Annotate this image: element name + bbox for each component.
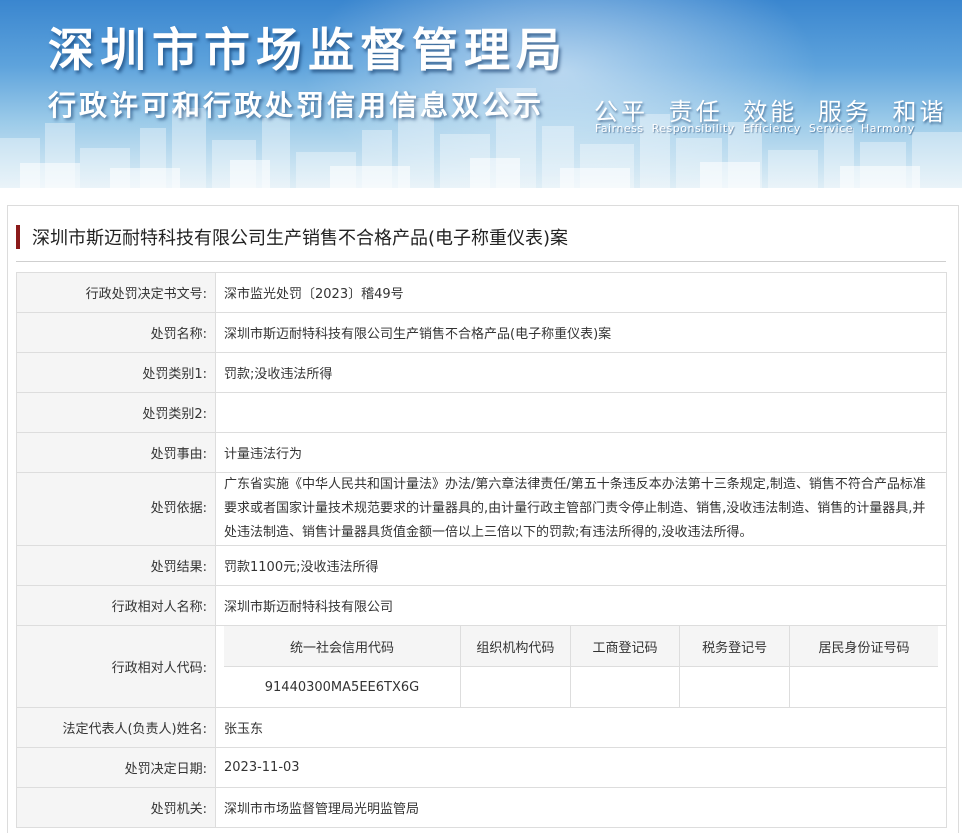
row-value: 深市监光处罚〔2023〕稽49号 — [215, 272, 947, 313]
banner-subtitle: 行政许可和行政处罚信用信息双公示 — [48, 89, 545, 122]
row-label: 处罚名称: — [16, 312, 216, 353]
row-value: 深圳市斯迈耐特科技有限公司生产销售不合格产品(电子称重仪表)案 — [215, 312, 947, 353]
case-info-table: 行政处罚决定书文号: 深市监光处罚〔2023〕稽49号 处罚名称: 深圳市斯迈耐… — [16, 272, 947, 828]
table-row: 行政相对人名称: 深圳市斯迈耐特科技有限公司 — [16, 585, 947, 626]
row-label: 处罚类别2: — [16, 392, 216, 433]
row-label: 处罚事由: — [16, 432, 216, 473]
table-row: 处罚类别2: — [16, 392, 947, 433]
row-value: 罚款;没收违法所得 — [215, 352, 947, 393]
banner-title: 深圳市市场监督管理局 — [48, 23, 568, 77]
codes-header: 税务登记号 — [679, 626, 790, 667]
row-label: 法定代表人(负责人)姓名: — [16, 707, 216, 748]
case-detail-panel: 深圳市斯迈耐特科技有限公司生产销售不合格产品(电子称重仪表)案 行政处罚决定书文… — [7, 205, 959, 833]
row-label: 处罚类别1: — [16, 352, 216, 393]
codes-value-row: 91440300MA5EE6TX6G — [224, 666, 938, 707]
table-row: 行政相对人代码: 统一社会信用代码 组织机构代码 工商登记码 税务登记号 居民身… — [16, 625, 947, 708]
codes-value — [679, 666, 790, 707]
codes-header: 组织机构代码 — [460, 626, 571, 667]
table-row: 处罚机关: 深圳市市场监督管理局光明监管局 — [16, 787, 947, 828]
case-title-text: 深圳市斯迈耐特科技有限公司生产销售不合格产品(电子称重仪表)案 — [32, 228, 569, 249]
row-value: 广东省实施《中华人民共和国计量法》办法/第六章法律责任/第五十条违反本办法第十三… — [215, 472, 947, 546]
row-label: 处罚结果: — [16, 545, 216, 586]
codes-value — [569, 666, 680, 707]
table-row: 法定代表人(负责人)姓名: 张玉东 — [16, 707, 947, 748]
row-value: 罚款1100元;没收违法所得 — [215, 545, 947, 586]
codes-cell: 统一社会信用代码 组织机构代码 工商登记码 税务登记号 居民身份证号码 9144… — [215, 625, 947, 708]
row-label: 处罚机关: — [16, 787, 216, 828]
codes-table: 统一社会信用代码 组织机构代码 工商登记码 税务登记号 居民身份证号码 9144… — [224, 626, 938, 707]
title-divider — [16, 261, 946, 262]
table-row: 处罚决定日期: 2023-11-03 — [16, 747, 947, 788]
row-label: 处罚依据: — [16, 472, 216, 546]
table-row: 处罚类别1: 罚款;没收违法所得 — [16, 352, 947, 393]
codes-header: 工商登记码 — [569, 626, 680, 667]
row-value: 张玉东 — [215, 707, 947, 748]
codes-header: 统一社会信用代码 — [224, 626, 461, 667]
row-value: 深圳市市场监督管理局光明监管局 — [215, 787, 947, 828]
row-label: 行政相对人名称: — [16, 585, 216, 626]
banner-slogan-en: Fairness Responsibility Efficiency Servi… — [595, 122, 915, 135]
table-row: 处罚事由: 计量违法行为 — [16, 432, 947, 473]
row-label: 行政处罚决定书文号: — [16, 272, 216, 313]
title-accent-bar — [16, 225, 20, 249]
codes-header-row: 统一社会信用代码 组织机构代码 工商登记码 税务登记号 居民身份证号码 — [224, 626, 938, 667]
row-label: 行政相对人代码: — [16, 625, 216, 708]
header-banner: 深圳市市场监督管理局 行政许可和行政处罚信用信息双公示 公平 责任 效能 服务 … — [0, 0, 962, 188]
row-label: 处罚决定日期: — [16, 747, 216, 788]
case-title: 深圳市斯迈耐特科技有限公司生产销售不合格产品(电子称重仪表)案 — [16, 224, 568, 250]
row-value: 2023-11-03 — [215, 747, 947, 788]
table-row: 处罚结果: 罚款1100元;没收违法所得 — [16, 545, 947, 586]
codes-value: 91440300MA5EE6TX6G — [264, 679, 420, 695]
row-value: 深圳市斯迈耐特科技有限公司 — [215, 585, 947, 626]
codes-value — [789, 666, 938, 707]
table-row: 处罚依据: 广东省实施《中华人民共和国计量法》办法/第六章法律责任/第五十条违反… — [16, 472, 947, 546]
codes-header: 居民身份证号码 — [789, 626, 938, 667]
table-row: 处罚名称: 深圳市斯迈耐特科技有限公司生产销售不合格产品(电子称重仪表)案 — [16, 312, 947, 353]
row-value: 计量违法行为 — [215, 432, 947, 473]
table-row: 行政处罚决定书文号: 深市监光处罚〔2023〕稽49号 — [16, 272, 947, 313]
codes-value — [460, 666, 571, 707]
row-value — [215, 392, 947, 433]
